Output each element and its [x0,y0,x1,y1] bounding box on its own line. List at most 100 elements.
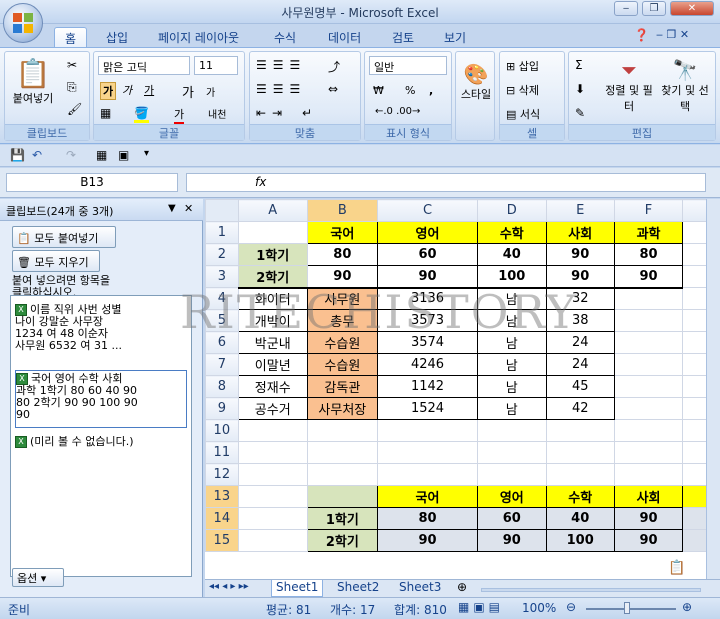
vertical-scrollbar[interactable] [706,199,720,579]
clipboard-item[interactable]: X (미리 볼 수 없습니다.) [15,436,187,448]
cell-D11[interactable] [477,441,547,464]
cell-F12[interactable] [613,463,684,486]
cell-B13[interactable] [306,485,378,508]
paste-button[interactable]: 📋 붙여넣기 [11,58,55,106]
underline-button[interactable]: 가 [144,82,154,98]
cell-D14[interactable]: 60 [477,507,547,530]
cell-D12[interactable] [477,463,547,486]
row-header[interactable]: 13 [205,485,239,508]
fill-icon[interactable]: ⬇ [575,82,585,96]
font-name-select[interactable]: 맑은 고딕 [98,56,190,75]
clipboard-item[interactable]: X 국어 영어 수학 사회 과학 1학기 80 60 40 90 80 2학기 9… [15,370,187,428]
format-cells-button[interactable]: ▤ 서식 [506,106,540,122]
cell-E4[interactable]: 32 [545,287,615,310]
cell-B2[interactable]: 80 [306,243,378,266]
cell-F6[interactable] [613,331,684,354]
row-header[interactable]: 4 [205,287,239,310]
currency-button[interactable]: ₩ [373,84,384,97]
tab-page-layout[interactable]: 페이지 레이아웃 [148,27,249,48]
number-format-select[interactable]: 일반 [369,56,447,75]
cell-E13[interactable]: 수학 [545,485,615,508]
cell-B5[interactable]: 총무 [306,309,378,332]
cell-A15[interactable] [237,529,308,552]
cell-C6[interactable]: 3574 [376,331,479,354]
tab-data[interactable]: 데이터 [318,27,371,48]
cell-D5[interactable]: 남 [477,309,547,332]
cell-A13[interactable] [237,485,308,508]
paste-all-button[interactable]: 📋 모두 붙여넣기 [12,226,116,248]
cell-E12[interactable] [545,463,615,486]
styles-button[interactable]: 🎨 스타일 [458,62,494,102]
merge-icon[interactable]: ⇔ [328,82,338,96]
cell-B7[interactable]: 수습원 [306,353,378,376]
row-header[interactable]: 12 [205,463,239,486]
cell-C10[interactable] [376,419,479,442]
tab-home[interactable]: 홈 [54,27,88,48]
cell-E5[interactable]: 38 [545,309,615,332]
cell-E11[interactable] [545,441,615,464]
zoom-out-icon[interactable]: ⊖ [566,600,576,614]
cell-D13[interactable]: 영어 [477,485,547,508]
cell-E6[interactable]: 24 [545,331,615,354]
sheet-nav-icons[interactable]: ◂◂ ◂ ▸ ▸▸ [209,581,249,592]
sort-filter-button[interactable]: ⏷ 정렬 및 필터 [603,58,655,114]
bold-button[interactable]: 가 [100,82,117,100]
cell-B1[interactable]: 국어 [306,221,378,244]
name-box[interactable]: B13 [6,173,178,192]
zoom-slider-thumb[interactable] [624,602,630,614]
minimize-button[interactable]: ‒ [614,1,638,16]
insert-cells-button[interactable]: ⊞ 삽입 [506,58,539,74]
cell-F13[interactable]: 사회 [613,485,684,508]
font-color-button[interactable]: 가 [174,106,185,125]
percent-button[interactable]: % [405,84,415,97]
zoom-slider[interactable] [586,608,676,610]
cell-E1[interactable]: 사회 [545,221,615,244]
font-size-select[interactable]: 11 [194,56,238,75]
cell-C9[interactable]: 1524 [376,397,479,420]
view-mode-icons[interactable]: ▦▣▤ [458,600,504,614]
cell-A14[interactable] [237,507,308,530]
row-header[interactable]: 15 [205,529,239,552]
fill-color-icon[interactable]: 🪣 [134,106,149,123]
cell-F3[interactable]: 90 [613,265,684,289]
row-header[interactable]: 7 [205,353,239,376]
row-header[interactable]: 2 [205,243,239,266]
row-header[interactable]: 6 [205,331,239,354]
cell-D6[interactable]: 남 [477,331,547,354]
ribbon-window-controls[interactable]: ‒ ❐ ✕ [656,28,689,41]
column-header-F[interactable]: F [613,199,684,222]
help-icon[interactable]: ❓ [634,28,649,42]
cell-F10[interactable] [613,419,684,442]
phonetic-button[interactable]: 내천 [208,106,226,121]
cell-A1[interactable] [237,221,308,244]
office-button[interactable] [3,3,43,43]
cell-A6[interactable]: 박군내 [237,331,308,354]
fx-icon[interactable]: fx [255,175,266,189]
cell-B14[interactable]: 1학기 [306,507,378,530]
cell-F2[interactable]: 80 [613,243,684,266]
cell-C12[interactable] [376,463,479,486]
row-header[interactable]: 3 [205,265,239,288]
cell-A7[interactable]: 이말년 [237,353,308,376]
cell-F4[interactable] [613,287,684,310]
cell-F9[interactable] [613,397,684,420]
row-header[interactable]: 5 [205,309,239,332]
cell-C15[interactable]: 90 [376,529,479,552]
cell-B9[interactable]: 사무처장 [306,397,378,420]
tab-insert[interactable]: 삽입 [96,27,138,48]
clear-all-button[interactable]: 🗑 모두 지우기 [12,250,100,272]
sheet-tab-3[interactable]: Sheet3 [395,580,445,597]
cell-E3[interactable]: 90 [545,265,615,289]
cell-A12[interactable] [237,463,308,486]
table-icon[interactable]: ▦ [96,148,107,162]
customize-qat-icon[interactable]: ▾ [144,148,149,159]
cut-icon[interactable]: ✂ [67,58,77,72]
clipboard-item[interactable]: X 이름 직위 사번 성별 나이 강말순 사무장 1234 여 48 이순자 사무… [15,304,187,352]
tab-review[interactable]: 검토 [382,27,424,48]
tab-formulas[interactable]: 수식 [264,27,306,48]
sheet-tab-1[interactable]: Sheet1 [271,580,324,597]
cell-F11[interactable] [613,441,684,464]
tab-view[interactable]: 보기 [434,27,476,48]
orientation-icon[interactable]: ⤴ [328,58,340,75]
cell-D10[interactable] [477,419,547,442]
